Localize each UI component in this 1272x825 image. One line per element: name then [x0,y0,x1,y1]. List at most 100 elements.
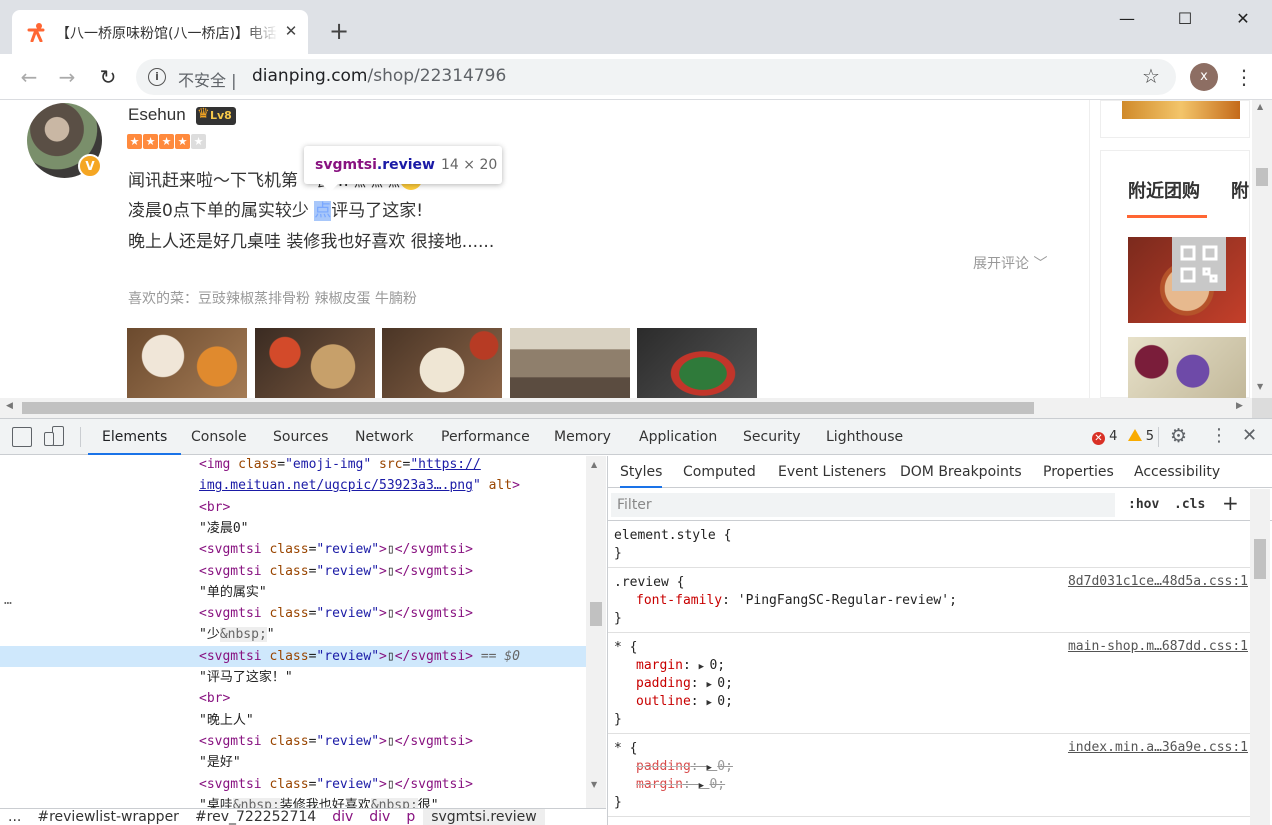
rule-selector[interactable]: * { [614,639,637,657]
tab-elements[interactable]: Elements [88,419,182,455]
bookmark-star-icon[interactable]: ☆ [1142,64,1160,88]
tab-memory[interactable]: Memory [554,419,611,455]
css-property[interactable]: padding: ▶ 0; [636,675,733,693]
review-photo[interactable] [255,328,375,398]
page-vertical-scrollbar[interactable]: ▲ ▼ [1252,100,1272,398]
settings-gear-icon[interactable]: ⚙ [1170,425,1187,447]
scroll-up-arrow-icon[interactable]: ▲ [1257,102,1263,111]
issues-counter[interactable]: ✕ 4 5 [1092,429,1154,445]
maximize-button[interactable]: ☐ [1156,0,1214,40]
tab-application[interactable]: Application [639,419,717,455]
breadcrumb-item[interactable]: #rev_722252714 [187,809,324,825]
new-tab-button[interactable]: + [325,18,353,46]
class-toggle[interactable]: .cls [1174,497,1205,512]
address-bar[interactable]: i 不安全 | dianping.com/shop/22314796 ☆ [136,59,1176,95]
css-property[interactable]: font-family: 'PingFangSC-Regular-review'… [636,592,957,610]
scroll-thumb[interactable] [590,602,602,626]
minimize-button[interactable]: — [1098,0,1156,40]
dom-node[interactable]: <br> [199,497,230,518]
css-property[interactable]: padding: ▶ 0; [636,758,733,776]
rule-selector[interactable]: * { [614,740,637,758]
info-icon[interactable]: i [148,68,166,86]
dom-node[interactable]: <svgmtsi class="review">▯</svgmtsi> [199,539,473,560]
styles-tab-computed[interactable]: Computed [683,456,756,488]
tab-performance[interactable]: Performance [441,419,530,455]
breadcrumb-item[interactable]: #reviewlist-wrapper [29,809,187,825]
more-options-icon[interactable]: ⋮ [1210,425,1228,446]
expand-triangle-icon[interactable]: ▶ [706,763,717,773]
page-horizontal-scrollbar[interactable]: ◀ ▶ [0,398,1252,418]
css-property[interactable]: margin: ▶ 0; [636,657,725,675]
styles-tab-dom-breakpoints[interactable]: DOM Breakpoints [900,456,1022,488]
scroll-down-arrow-icon[interactable]: ▼ [591,780,597,789]
rule-selector[interactable]: element.style { [614,527,731,545]
dom-node[interactable]: "桌哇&nbsp;装修我也好喜欢&nbsp;很" [199,795,439,808]
profile-avatar[interactable]: x [1190,63,1218,91]
scroll-thumb[interactable] [22,402,1034,414]
review-photo[interactable] [127,328,247,398]
breadcrumb-item[interactable]: p [398,809,423,825]
dom-node[interactable]: "凌晨0" [199,518,248,539]
device-toolbar-icon[interactable] [44,426,66,448]
dom-node[interactable]: "单的属实" [199,582,267,603]
review-photo[interactable] [382,328,502,398]
reviewer-name[interactable]: Esehun [128,105,186,125]
tab-security[interactable]: Security [743,419,801,455]
expand-triangle-icon[interactable]: ▶ [706,680,717,690]
scroll-left-arrow-icon[interactable]: ◀ [6,401,13,411]
breadcrumb-item[interactable]: svgmtsi.review [423,809,545,825]
scroll-right-arrow-icon[interactable]: ▶ [1236,401,1243,411]
reload-button[interactable]: ↻ [93,62,123,92]
breadcrumb-item[interactable]: div [361,809,398,825]
forward-button[interactable]: → [52,62,82,92]
styles-tab-event-listeners[interactable]: Event Listeners [778,456,886,488]
dom-node[interactable]: "晚上人" [199,710,254,731]
deal-image[interactable] [1128,237,1246,323]
styles-tab-accessibility[interactable]: Accessibility [1134,456,1220,488]
tab-network[interactable]: Network [355,419,413,455]
dom-node[interactable]: <svgmtsi class="review">▯</svgmtsi> [199,731,473,752]
new-style-rule-icon[interactable]: + [1222,491,1239,515]
styles-tab-properties[interactable]: Properties [1043,456,1114,488]
hover-state-toggle[interactable]: :hov [1128,497,1159,512]
browser-menu-icon[interactable]: ⋮ [1234,62,1254,92]
scroll-thumb[interactable] [1254,539,1266,579]
close-window-button[interactable]: ✕ [1214,0,1272,40]
css-property[interactable]: margin: ▶ 0; [636,776,725,794]
styles-tab-styles[interactable]: Styles [620,456,663,488]
breadcrumb-item[interactable]: div [324,809,361,825]
deal-image[interactable] [1128,337,1246,398]
tab-console[interactable]: Console [191,419,247,455]
dom-node[interactable]: "少&nbsp;" [199,624,275,645]
dom-node[interactable]: <br> [199,688,230,709]
review-photo[interactable] [637,328,757,398]
breadcrumb-item[interactable]: ... [0,809,29,825]
browser-tab[interactable]: 【八一桥原味粉馆(八一桥店)】电话,地址,价格,营业时间 ✕ [12,10,308,54]
dom-node-selected[interactable]: <svgmtsi class="review">▯</svgmtsi> == $… [0,645,586,667]
styles-filter-input[interactable]: Filter [611,493,1115,517]
rule-source-link[interactable]: main-shop.m…687dd.css:1 [1068,639,1248,654]
dom-node[interactable]: <svgmtsi class="review">▯</svgmtsi> [199,561,473,582]
review-photo[interactable] [510,328,630,398]
dom-node[interactable]: <svgmtsi class="review">▯</svgmtsi> [199,774,473,795]
scroll-up-arrow-icon[interactable]: ▲ [591,460,597,469]
dom-node[interactable]: "是好" [199,752,241,773]
styles-scrollbar[interactable] [1250,489,1270,825]
tab-close-icon[interactable]: ✕ [282,22,300,40]
css-property[interactable]: outline: ▶ 0; [636,693,733,711]
back-button[interactable]: ← [14,62,44,92]
rule-source-link[interactable]: index.min.a…36a9e.css:1 [1068,740,1248,755]
expand-triangle-icon[interactable]: ▶ [706,698,717,708]
elements-tree[interactable]: <img class="emoji-img" src="https://img.… [0,456,606,808]
expand-triangle-icon[interactable]: ▶ [699,781,710,791]
rule-source-link[interactable]: 8d7d031c1ce…48d5a.css:1 [1068,574,1248,589]
expand-triangle-icon[interactable]: ▶ [699,662,710,672]
inspect-element-icon[interactable] [12,427,32,447]
tab-nearby-other[interactable]: 附 [1231,177,1249,203]
scroll-thumb[interactable] [1256,168,1268,186]
node-actions-ellipsis[interactable]: … [4,593,12,608]
dom-node[interactable]: <svgmtsi class="review">▯</svgmtsi> [199,603,473,624]
dom-node[interactable]: "评马了这家！" [199,667,293,688]
tab-nearby-deals[interactable]: 附近团购 [1128,177,1200,203]
scroll-down-arrow-icon[interactable]: ▼ [1257,382,1263,391]
